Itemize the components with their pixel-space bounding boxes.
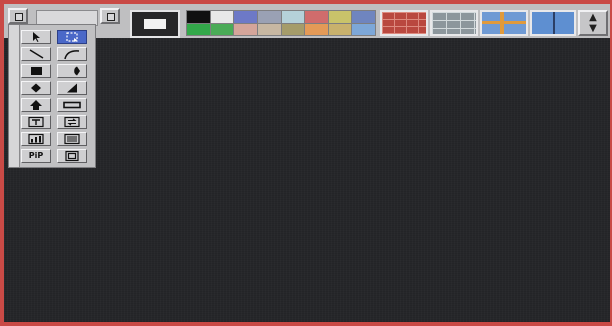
half-disc-icon xyxy=(74,66,80,76)
inset-frame-icon xyxy=(65,150,79,162)
swap-arrows-icon xyxy=(64,116,80,128)
palette-swatch[interactable] xyxy=(187,11,210,23)
marquee-tool[interactable] xyxy=(57,30,87,44)
pattern-glass-panel[interactable] xyxy=(530,10,576,36)
tool-palette: PiP xyxy=(8,24,96,168)
scroll-down-icon[interactable]: ▼ xyxy=(580,24,606,34)
swap-tool[interactable] xyxy=(57,115,87,129)
current-color-swatch xyxy=(144,19,166,29)
bar-chart-icon xyxy=(28,133,44,145)
palette-swatch[interactable] xyxy=(187,23,210,35)
box-tool[interactable] xyxy=(21,64,51,78)
arrow-up-tool[interactable] xyxy=(21,98,51,112)
palette-swatch[interactable] xyxy=(305,11,328,23)
curve-icon xyxy=(64,50,80,60)
filled-block-icon xyxy=(31,67,42,75)
palette-scroll-control[interactable]: ▲ ▼ xyxy=(578,10,608,36)
frame-tool[interactable] xyxy=(57,149,87,163)
palette-swatch[interactable] xyxy=(352,11,375,23)
close-box-right[interactable] xyxy=(100,8,120,24)
horizontal-bar-icon xyxy=(63,101,81,109)
arrow-cursor-icon xyxy=(33,32,40,42)
palette-swatch[interactable] xyxy=(257,23,281,35)
text-frame-tool[interactable] xyxy=(21,115,51,129)
list-lines-icon xyxy=(64,133,80,145)
color-palette xyxy=(186,10,376,36)
palette-swatch[interactable] xyxy=(210,11,234,23)
diagonal-line-icon xyxy=(29,49,44,59)
text-frame-icon xyxy=(28,116,44,128)
line-tool[interactable] xyxy=(21,47,51,61)
pattern-window-cross[interactable] xyxy=(480,10,528,36)
dashed-rectangle-icon xyxy=(66,32,78,42)
palette-swatch[interactable] xyxy=(328,11,352,23)
chart-tool[interactable] xyxy=(21,132,51,146)
pattern-red-brick[interactable] xyxy=(380,10,428,36)
tool-label: PiP xyxy=(28,151,44,160)
pip-tool[interactable]: PiP xyxy=(21,149,51,163)
palette-swatch[interactable] xyxy=(352,23,375,35)
close-box-left[interactable] xyxy=(8,8,28,24)
palette-swatch[interactable] xyxy=(281,23,305,35)
palette-swatch[interactable] xyxy=(328,23,352,35)
pattern-gray-brick[interactable] xyxy=(430,10,478,36)
palette-swatch[interactable] xyxy=(281,11,305,23)
scroll-up-icon[interactable]: ▲ xyxy=(580,13,606,23)
ramp-icon xyxy=(67,83,77,93)
list-tool[interactable] xyxy=(57,132,87,146)
current-color-well[interactable] xyxy=(130,10,180,38)
ramp-tool[interactable] xyxy=(57,81,87,95)
tool-palette-drag-strip[interactable] xyxy=(9,25,20,167)
diamond-icon xyxy=(31,83,41,93)
palette-swatch[interactable] xyxy=(305,23,328,35)
select-arrow-tool[interactable] xyxy=(21,30,51,44)
wedge-tool[interactable] xyxy=(57,64,87,78)
arc-tool[interactable] xyxy=(57,47,87,61)
up-arrow-shape-icon xyxy=(30,100,42,110)
bar-tool[interactable] xyxy=(57,98,87,112)
palette-swatch[interactable] xyxy=(234,23,257,35)
palette-swatch[interactable] xyxy=(234,11,257,23)
palette-swatch[interactable] xyxy=(210,23,234,35)
diamond-tool[interactable] xyxy=(21,81,51,95)
palette-swatch[interactable] xyxy=(257,11,281,23)
